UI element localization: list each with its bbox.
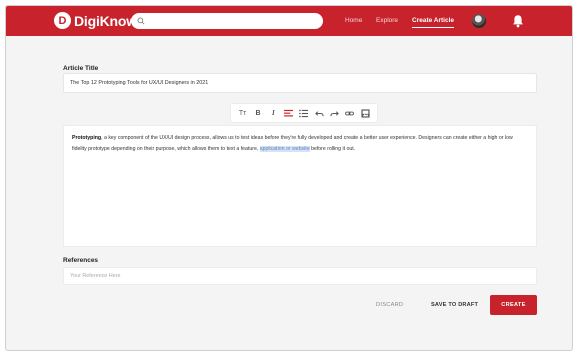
bold-icon[interactable]: B (252, 107, 264, 119)
save-to-draft-button[interactable]: SAVE TO DRAFT (431, 302, 478, 308)
references-field (63, 267, 537, 285)
discard-button[interactable]: DISCARD (376, 302, 403, 308)
nav-create-article[interactable]: Create Article (412, 17, 455, 28)
references-label: References (63, 257, 99, 264)
editor-text-part2: before rolling it out. (309, 145, 356, 152)
search-input[interactable] (149, 14, 319, 28)
editor-selected-text: application or website (259, 145, 310, 152)
formatting-toolbar: Tт B I (230, 103, 378, 123)
references-input[interactable] (70, 273, 536, 279)
italic-icon[interactable]: I (267, 107, 279, 119)
nav-home[interactable]: Home (345, 17, 362, 24)
logo-icon: D (54, 12, 71, 29)
undo-icon[interactable] (313, 107, 325, 119)
link-icon[interactable] (344, 107, 356, 119)
create-button-label: CREATE (501, 302, 526, 308)
article-title-field[interactable]: The Top 12 Prototyping Tools for UX/UI D… (63, 73, 537, 93)
search-icon (137, 17, 145, 25)
bell-icon[interactable] (512, 14, 524, 28)
nav-explore[interactable]: Explore (376, 17, 398, 24)
text-size-icon[interactable]: Tт (237, 107, 249, 119)
app-name: DigiKnow (74, 12, 137, 29)
image-icon[interactable] (359, 107, 371, 119)
app-window: D DigiKnow Home Explore Create Article A… (5, 5, 573, 351)
create-button[interactable]: CREATE (490, 295, 537, 315)
logo[interactable]: D DigiKnow (54, 12, 137, 29)
article-editor[interactable]: Prototyping, a key component of the UX/U… (63, 125, 537, 247)
article-title-value: The Top 12 Prototyping Tools for UX/UI D… (70, 80, 209, 86)
redo-icon[interactable] (329, 107, 341, 119)
navbar: D DigiKnow Home Explore Create Article (6, 6, 572, 36)
search-box (131, 13, 323, 29)
list-icon[interactable] (298, 107, 310, 119)
align-icon[interactable] (283, 107, 295, 119)
article-title-label: Article Title (63, 65, 99, 72)
avatar[interactable] (472, 14, 486, 28)
editor-bold-lead: Prototyping (72, 135, 102, 141)
